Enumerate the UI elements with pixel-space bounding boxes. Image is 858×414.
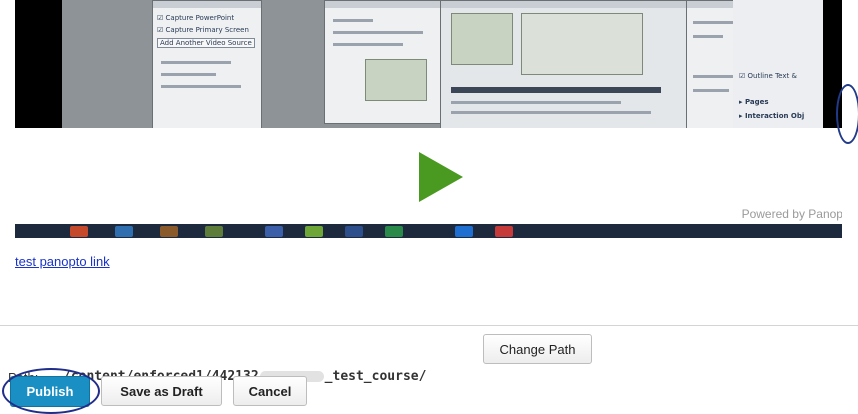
embedded-pane-item: Pages — [744, 98, 769, 106]
content-editor[interactable]: ☑ Capture PowerPoint ☑ Capture Primary S… — [0, 0, 858, 326]
panopto-video-player[interactable]: ☑ Capture PowerPoint ☑ Capture Primary S… — [15, 0, 842, 238]
cancel-button[interactable]: Cancel — [233, 376, 307, 406]
video-frame: ☑ Capture PowerPoint ☑ Capture Primary S… — [62, 0, 799, 130]
save-as-draft-button[interactable]: Save as Draft — [101, 376, 222, 406]
annotation-circle-publish — [2, 368, 100, 414]
embedded-right-pane: ☑ Outline Text & ▸ Pages ▸ Interaction O… — [733, 0, 823, 128]
annotation-circle — [836, 84, 858, 144]
embedded-window-main — [440, 0, 687, 130]
embedded-menu-item: Capture PowerPoint — [165, 14, 235, 22]
path-value-suffix: _test_course/ — [324, 369, 427, 384]
embedded-pane-item: Interaction Obj — [744, 112, 805, 120]
embedded-menu-item: Add Another Video Source — [160, 39, 252, 47]
powered-by-panopto: Powered by Panopto — [741, 207, 842, 221]
change-path-button[interactable]: Change Path — [483, 334, 592, 364]
play-icon[interactable] — [419, 152, 463, 202]
embedded-pane-item: Outline Text & — [747, 72, 797, 80]
embedded-menu-item: Capture Primary Screen — [165, 26, 249, 34]
embedded-window-left: ☑ Capture PowerPoint ☑ Capture Primary S… — [152, 0, 262, 130]
embedded-window-mid — [324, 0, 441, 124]
test-panopto-link[interactable]: test panopto link — [15, 254, 110, 269]
embedded-taskbar — [15, 224, 842, 238]
